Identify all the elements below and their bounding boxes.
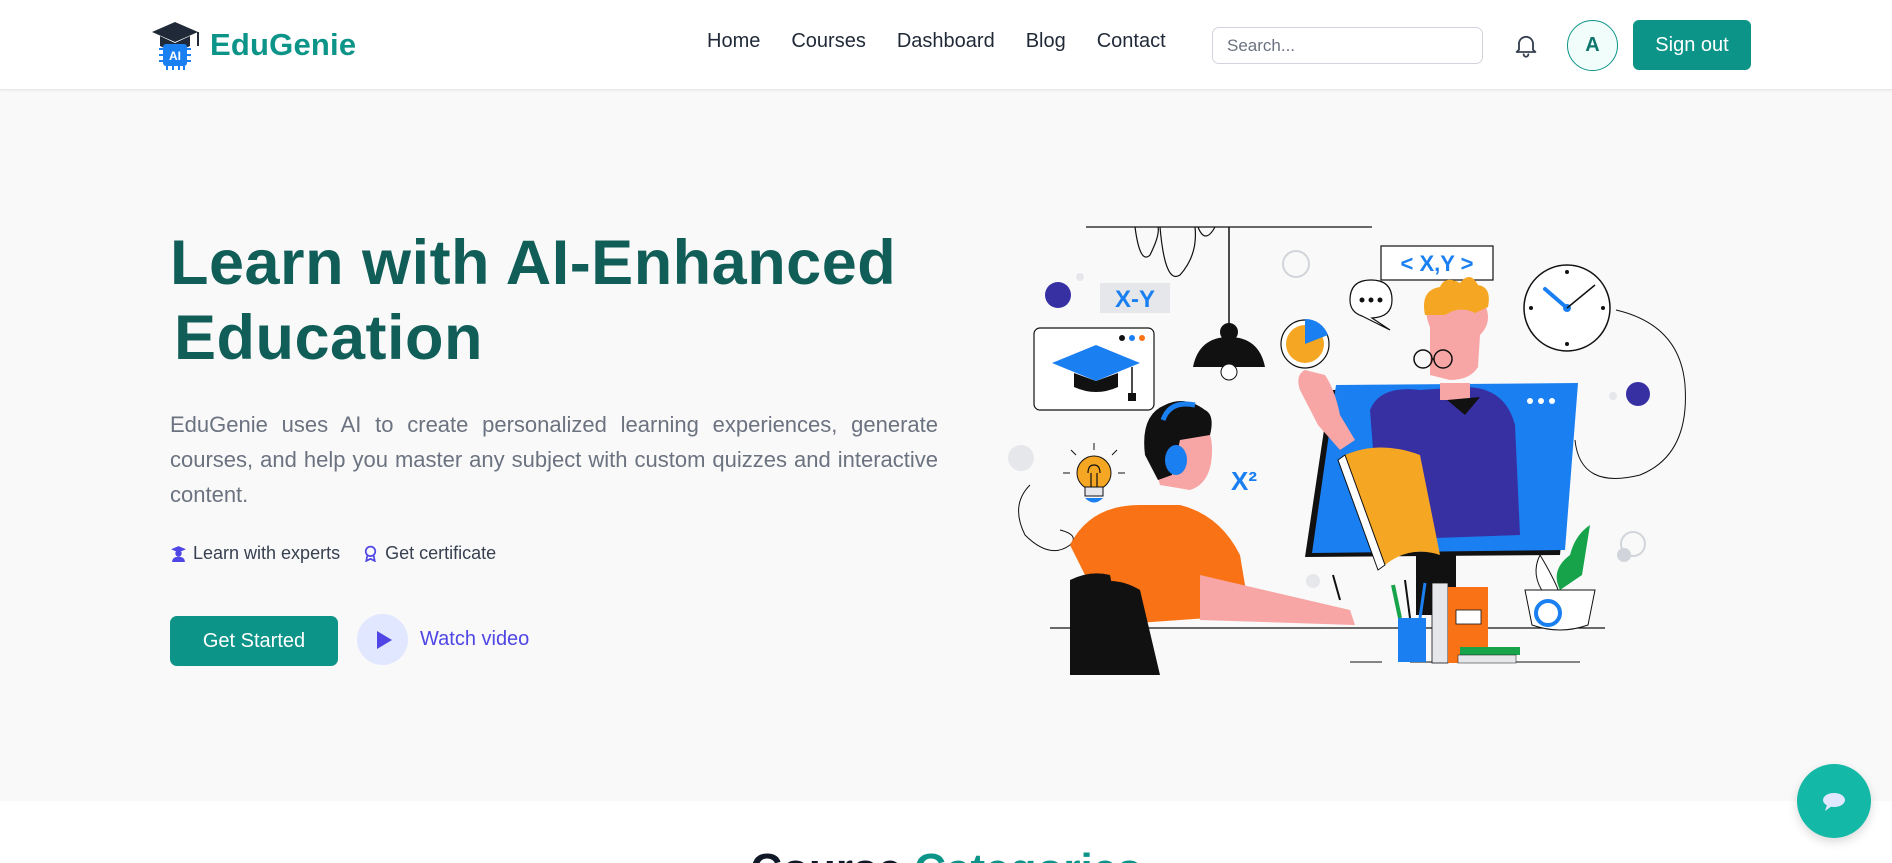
- play-button[interactable]: [357, 614, 408, 665]
- nav-link-dashboard[interactable]: Dashboard: [897, 30, 995, 53]
- sign-out-button[interactable]: Sign out: [1633, 20, 1751, 70]
- play-icon: [376, 630, 392, 649]
- hero-title: Learn with AI-Enhanced Education: [170, 226, 950, 376]
- nav-link-courses[interactable]: Courses: [791, 30, 865, 53]
- svg-text:X-Y: X-Y: [1115, 286, 1155, 313]
- feature-get-certificate: Get certificate: [362, 543, 496, 564]
- feature-label: Learn with experts: [193, 543, 341, 563]
- user-avatar[interactable]: A: [1567, 20, 1618, 71]
- main-nav: Home Courses Dashboard Blog Contact: [707, 30, 1166, 53]
- svg-text:< X,Y >: < X,Y >: [1401, 251, 1474, 276]
- award-icon: [364, 545, 377, 562]
- brand-name: EduGenie: [210, 27, 357, 62]
- feature-learn-with-experts: Learn with experts: [170, 543, 340, 564]
- course-categories-section: Course Categories: [0, 801, 1892, 863]
- search-input[interactable]: [1212, 27, 1483, 64]
- bell-icon[interactable]: [1512, 31, 1540, 59]
- nav-link-home[interactable]: Home: [707, 30, 760, 53]
- top-navbar: AI EduGenie Home Courses Dashboard Blog …: [0, 0, 1892, 90]
- watch-video-link[interactable]: Watch video: [357, 614, 529, 665]
- hero-title-line-2: Education: [174, 303, 484, 373]
- hero-illustration: X-Y X² < X,Y >: [1008, 226, 1686, 675]
- teacher-icon: [171, 546, 186, 562]
- graduation-cap-chip-icon: AI: [152, 22, 199, 70]
- section-heading-part1: Course: [750, 845, 902, 863]
- chat-bubble-icon: [1823, 793, 1845, 811]
- feature-label: Get certificate: [385, 543, 497, 563]
- get-started-button[interactable]: Get Started: [170, 616, 338, 666]
- nav-link-contact[interactable]: Contact: [1097, 30, 1166, 53]
- section-heading-part2: Categories: [914, 845, 1141, 863]
- brand-logo[interactable]: AI EduGenie: [148, 18, 356, 72]
- chat-button[interactable]: [1797, 764, 1871, 838]
- watch-video-label: Watch video: [420, 628, 530, 650]
- section-heading: Course Categories: [0, 845, 1892, 863]
- hero-description: EduGenie uses AI to create personalized …: [170, 412, 938, 507]
- hero-features: Learn with experts Get certificate: [170, 543, 496, 564]
- nav-link-blog[interactable]: Blog: [1026, 30, 1066, 53]
- svg-text:X²: X²: [1231, 466, 1257, 496]
- hero-title-line-1: Learn with AI-Enhanced: [170, 228, 897, 298]
- svg-text:AI: AI: [169, 49, 181, 63]
